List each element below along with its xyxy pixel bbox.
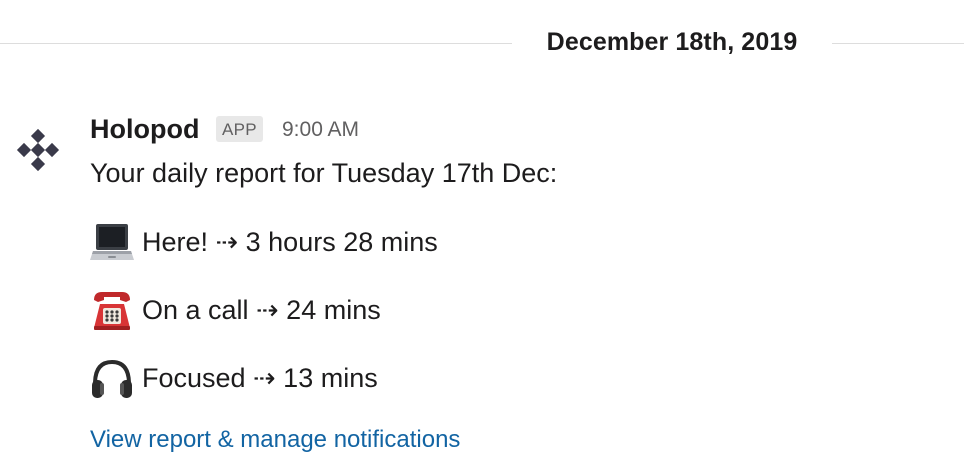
stat-text: Focused ⇢ 13 mins (142, 363, 378, 393)
date-label[interactable]: December 18th, 2019 (512, 28, 832, 57)
app-badge: APP (216, 116, 263, 142)
report-intro: Your daily report for Tuesday 17th Dec: (90, 158, 558, 188)
headphones-icon (90, 356, 134, 400)
divider-line (832, 43, 964, 44)
stat-text: Here! ⇢ 3 hours 28 mins (142, 227, 438, 257)
app-avatar-icon[interactable] (14, 128, 62, 176)
message: Holopod APP 9:00 AM Your daily report fo… (0, 100, 964, 476)
sender-name[interactable]: Holopod (90, 114, 199, 145)
laptop-icon (90, 220, 134, 264)
date-divider: December 18th, 2019 (0, 22, 964, 66)
stat-text: On a call ⇢ 24 mins (142, 295, 381, 325)
divider-line (0, 43, 512, 44)
view-report-link[interactable]: View report & manage notifications (90, 426, 460, 454)
timestamp[interactable]: 9:00 AM (282, 118, 359, 142)
telephone-icon (90, 288, 134, 332)
